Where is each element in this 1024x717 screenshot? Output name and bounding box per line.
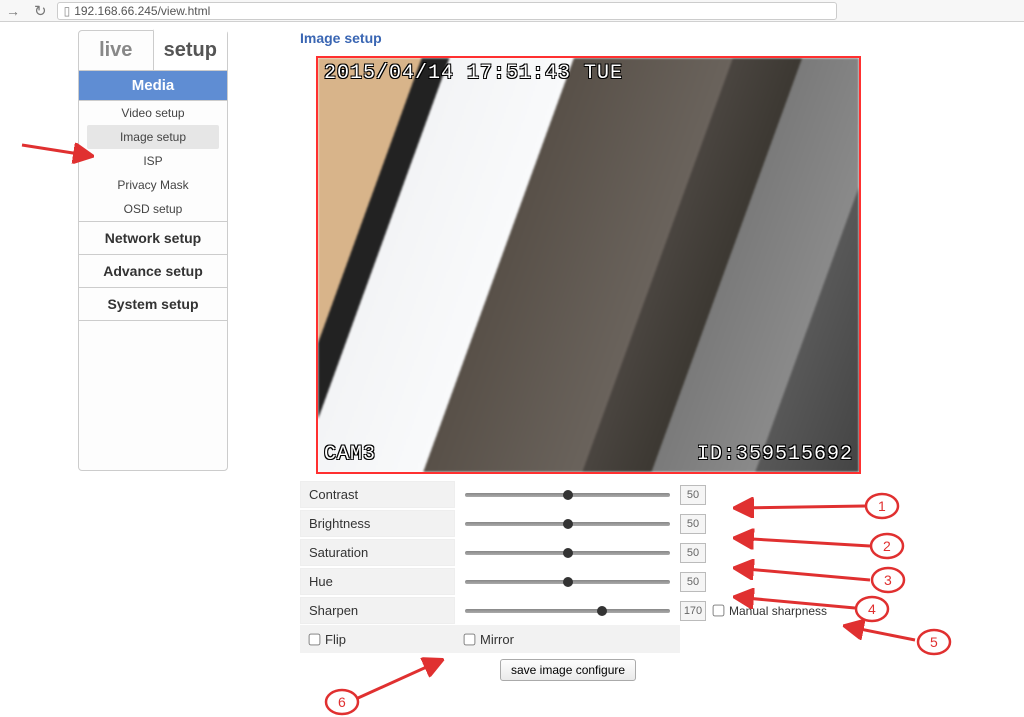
value-hue[interactable] xyxy=(680,572,706,592)
anno-6: 6 xyxy=(338,694,346,710)
tab-setup[interactable]: setup xyxy=(153,29,228,70)
value-brightness[interactable] xyxy=(680,514,706,534)
label-flip: Flip xyxy=(325,632,346,647)
page-icon: ▯ xyxy=(64,4,71,18)
url-text: 192.168.66.245/view.html xyxy=(74,4,210,18)
browser-toolbar: → ↻ ▯ 192.168.66.245/view.html xyxy=(0,0,1024,22)
label-hue: Hue xyxy=(300,568,455,595)
video-preview: 2015/04/14 17:51:43 TUE CAM3 ID:35951569… xyxy=(316,56,861,474)
sidebar-blank xyxy=(79,320,227,470)
label-manual-sharpness: Manual sharpness xyxy=(729,604,827,618)
media-items: Video setup Image setup ISP Privacy Mask… xyxy=(79,101,227,221)
sidebar: live setup Media Video setup Image setup… xyxy=(78,30,228,471)
label-saturation: Saturation xyxy=(300,539,455,566)
value-contrast[interactable] xyxy=(680,485,706,505)
nav-isp[interactable]: ISP xyxy=(79,149,227,173)
checkbox-flip[interactable] xyxy=(309,633,321,645)
tab-live[interactable]: live xyxy=(79,31,153,70)
checkbox-mirror[interactable] xyxy=(464,633,476,645)
nav-privacy-mask[interactable]: Privacy Mask xyxy=(79,173,227,197)
main-content: Image setup 2015/04/14 17:51:43 TUE CAM3… xyxy=(300,30,900,681)
label-mirror: Mirror xyxy=(480,632,514,647)
osd-id: ID:359515692 xyxy=(697,443,853,466)
row-flip-mirror: Flip Mirror xyxy=(300,625,1000,653)
label-brightness: Brightness xyxy=(300,510,455,537)
nav-image-setup[interactable]: Image setup xyxy=(87,125,219,149)
slider-brightness[interactable] xyxy=(465,522,670,526)
slider-saturation[interactable] xyxy=(465,551,670,555)
nav-forward-icon[interactable]: → xyxy=(2,3,24,19)
value-sharpen[interactable] xyxy=(680,601,706,621)
page-title: Image setup xyxy=(300,30,900,46)
osd-cam: CAM3 xyxy=(324,443,376,466)
row-saturation: Saturation xyxy=(300,538,1000,567)
section-media[interactable]: Media xyxy=(79,71,227,101)
slider-contrast[interactable] xyxy=(465,493,670,497)
image-controls: Contrast Brightness Saturation xyxy=(300,480,1000,681)
nav-osd-setup[interactable]: OSD setup xyxy=(79,197,227,221)
row-hue: Hue xyxy=(300,567,1000,596)
reload-icon[interactable]: ↻ xyxy=(30,2,51,20)
video-image xyxy=(318,58,859,472)
checkbox-manual-sharpness[interactable] xyxy=(713,605,725,617)
section-advance[interactable]: Advance setup xyxy=(79,254,227,287)
section-system[interactable]: System setup xyxy=(79,287,227,320)
section-network[interactable]: Network setup xyxy=(79,221,227,254)
value-saturation[interactable] xyxy=(680,543,706,563)
save-button[interactable]: save image configure xyxy=(500,659,636,681)
slider-sharpen[interactable] xyxy=(465,609,670,613)
nav-video-setup[interactable]: Video setup xyxy=(79,101,227,125)
slider-hue[interactable] xyxy=(465,580,670,584)
row-sharpen: Sharpen Manual sharpness xyxy=(300,596,1000,625)
label-contrast: Contrast xyxy=(300,481,455,508)
row-brightness: Brightness xyxy=(300,509,1000,538)
osd-timestamp: 2015/04/14 17:51:43 TUE xyxy=(324,62,623,85)
row-contrast: Contrast xyxy=(300,480,1000,509)
address-bar[interactable]: ▯ 192.168.66.245/view.html xyxy=(57,2,837,20)
sidebar-tabs: live setup xyxy=(79,31,227,71)
label-sharpen: Sharpen xyxy=(300,597,455,624)
